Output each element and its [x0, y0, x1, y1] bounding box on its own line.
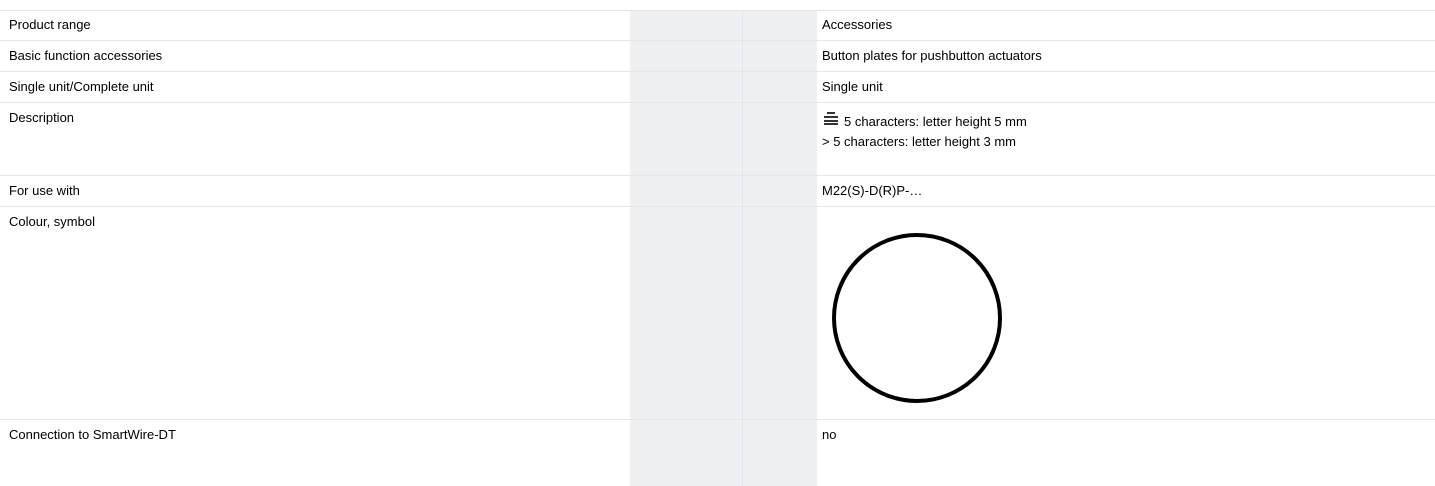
table-row: Single unit/Complete unit Single unit	[0, 72, 1435, 103]
row-label-single-unit: Single unit/Complete unit	[9, 79, 154, 94]
section-heading-cut: ​	[0, 0, 400, 10]
product-spec-page: ​ Product range Accessories Basic functi…	[0, 0, 1435, 486]
table-row: Connection to SmartWire-DT no	[0, 420, 1435, 451]
table-row: Description 5 characters: letter height …	[0, 103, 1435, 176]
section-heading-fragment: ​	[0, 0, 400, 10]
spec-table: Product range Accessories Basic function…	[0, 10, 1435, 451]
row-value-single-unit: Single unit	[822, 79, 883, 94]
row-value-product-range: Accessories	[822, 17, 893, 32]
row-value-basic-function: Button plates for pushbutton actuators	[822, 48, 1042, 63]
description-line-2: > 5 characters: letter height 3 mm	[822, 134, 1017, 149]
table-row: Product range Accessories	[0, 10, 1435, 41]
row-label-product-range: Product range	[9, 17, 91, 32]
row-label-description: Description	[9, 110, 75, 125]
row-label-for-use-with: For use with	[9, 183, 80, 198]
row-value-smartwire: no	[822, 427, 837, 442]
row-label-colour-symbol: Colour, symbol	[9, 214, 95, 229]
table-row: For use with M22(S)-D(R)P-…	[0, 176, 1435, 207]
row-value-for-use-with: M22(S)-D(R)P-…	[822, 183, 923, 198]
circle-symbol	[832, 233, 1002, 403]
row-value-description: 5 characters: letter height 5 mm > 5 cha…	[822, 110, 1027, 150]
row-label-smartwire: Connection to SmartWire-DT	[9, 427, 176, 442]
description-line-1: 5 characters: letter height 5 mm	[844, 114, 1027, 129]
label-plate-icon	[824, 112, 838, 125]
table-row: Basic function accessories Button plates…	[0, 41, 1435, 72]
row-label-basic-function: Basic function accessories	[9, 48, 163, 63]
table-row: Colour, symbol	[0, 207, 1435, 420]
